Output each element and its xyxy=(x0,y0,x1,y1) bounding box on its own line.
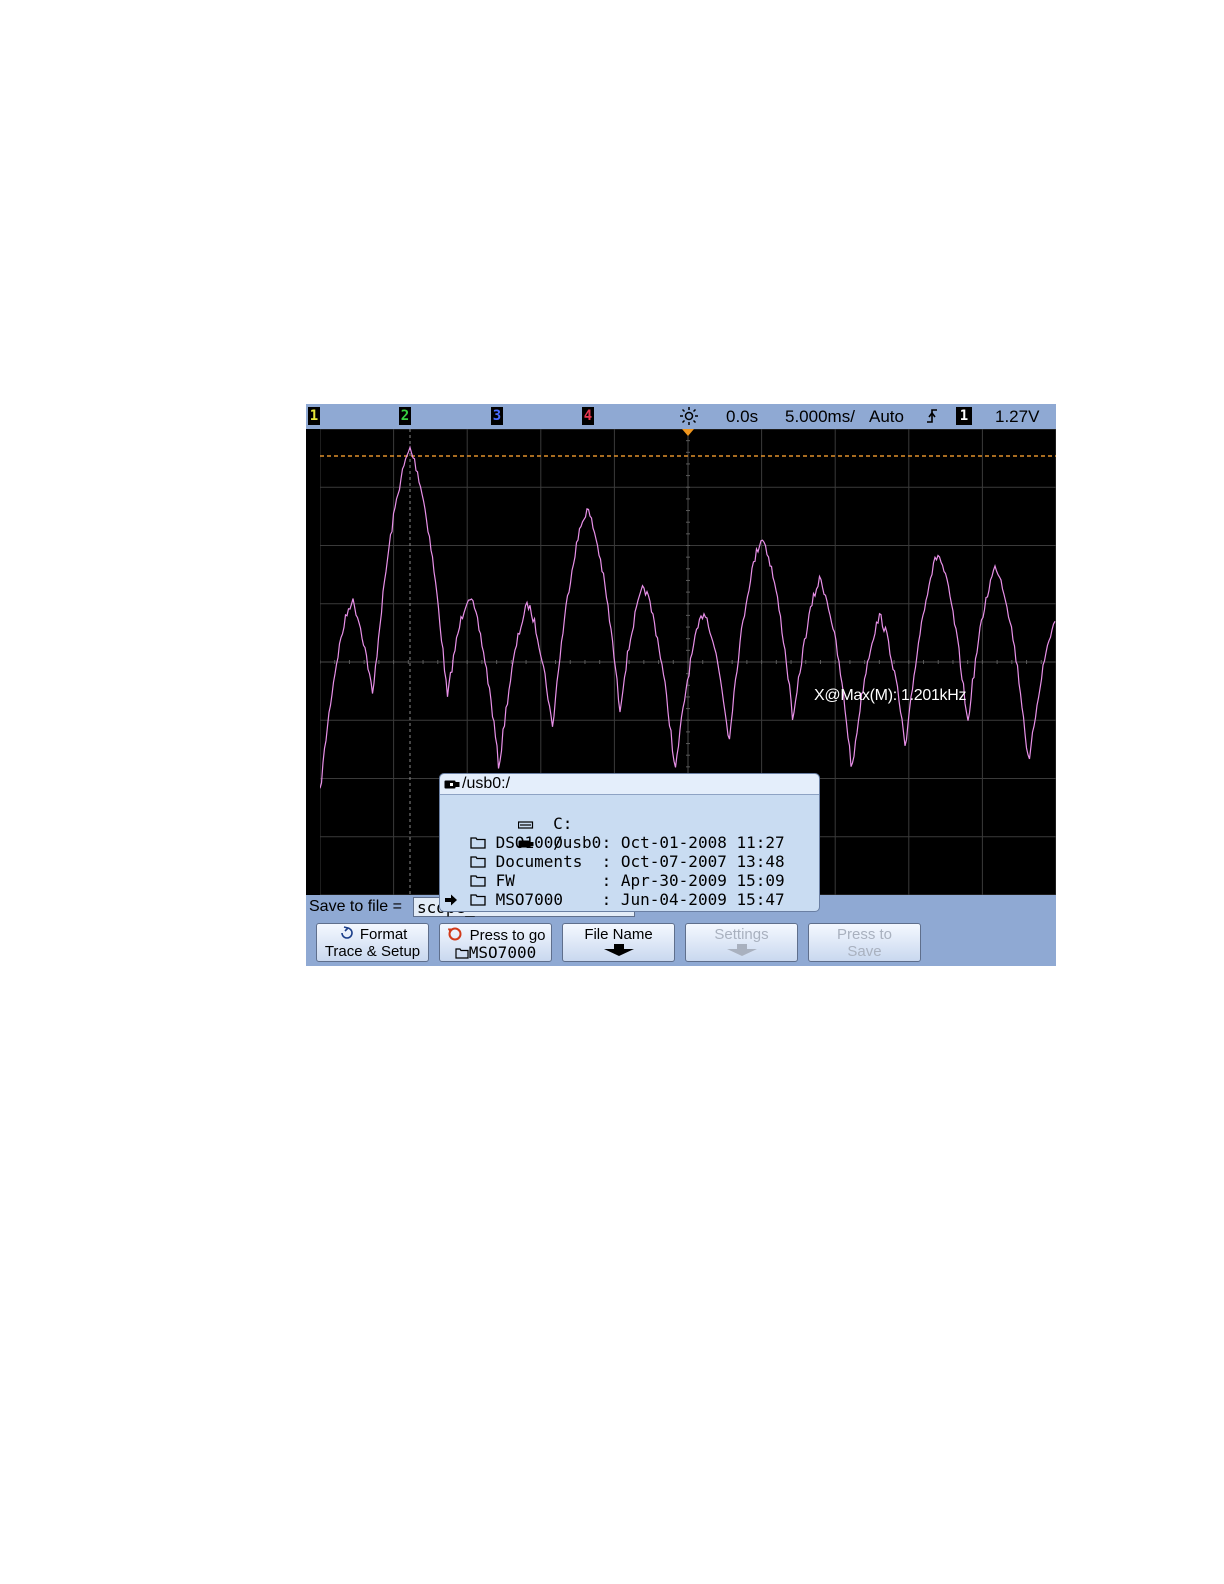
folder-separator: : xyxy=(591,833,621,852)
folder-time: 13:48 xyxy=(736,852,785,871)
format-softkey[interactable]: Format Trace & Setup xyxy=(316,923,429,962)
folder-date: Jun-04-2009 xyxy=(620,890,737,909)
press-to-save-line2: Save xyxy=(847,943,882,960)
file-name-softkey[interactable]: File Name xyxy=(562,923,675,962)
format-softkey-line1: Format xyxy=(359,926,408,943)
folder-name: MSO7000 xyxy=(486,890,592,909)
folder-separator: : xyxy=(591,871,621,890)
arrow-down-icon xyxy=(603,944,634,956)
arrow-down-icon xyxy=(726,944,757,956)
folder-row[interactable]: MSO7000 : Jun-04-2009 15:47 xyxy=(444,890,785,909)
status-bar: 1 2 3 4 0.0s 5.000ms/ Auto 1 1.27V xyxy=(306,404,1056,429)
folder-icon xyxy=(470,852,486,871)
press-to-go-line2: MSO7000 xyxy=(468,943,537,962)
folder-date: Oct-01-2008 xyxy=(620,833,737,852)
folder-name: Documents xyxy=(486,852,592,871)
folder-row[interactable]: Documents : Oct-07-2007 13:48 xyxy=(444,852,785,871)
selection-arrow-icon xyxy=(444,890,470,909)
trigger-level-readout: 1.27V xyxy=(995,407,1040,426)
channel-4-indicator[interactable]: 4 xyxy=(582,407,594,425)
save-to-file-label: Save to file = xyxy=(309,898,402,915)
delay-readout: 0.0s xyxy=(726,407,759,426)
drive-row-usb0[interactable]: /usb0 xyxy=(460,814,601,852)
folder-separator: : xyxy=(591,852,621,871)
format-softkey-line2: Trace & Setup xyxy=(324,943,421,960)
channel-2-indicator[interactable]: 2 xyxy=(399,407,411,425)
folder-row[interactable]: FW : Apr-30-2009 15:09 xyxy=(444,871,785,890)
channel-3-indicator[interactable]: 3 xyxy=(491,407,503,425)
entry-knob-icon xyxy=(340,926,353,939)
press-to-save-softkey[interactable]: Press to Save xyxy=(808,923,921,962)
folder-date: Apr-30-2009 xyxy=(620,871,737,890)
channel-1-indicator[interactable]: 1 xyxy=(308,407,320,425)
folder-name: FW xyxy=(486,871,592,890)
folder-time: 11:27 xyxy=(736,833,785,852)
file-browser-popup[interactable]: /usb0:/ C: /usb0 DSO1000 : Oct-01-2008 1… xyxy=(439,773,820,912)
folder-icon xyxy=(455,948,469,959)
folder-time: 15:47 xyxy=(736,890,785,909)
measurement-readout: X@Max(M): 1.201kHz xyxy=(814,687,967,704)
folder-icon xyxy=(470,833,486,852)
trigger-source-indicator: 1 xyxy=(956,407,972,425)
folder-name: DSO1000 xyxy=(486,833,592,852)
file-browser-path-bar: /usb0:/ xyxy=(440,774,819,795)
usb-drive-icon xyxy=(444,780,460,789)
folder-separator: : xyxy=(591,890,621,909)
trigger-mode: Auto xyxy=(869,407,904,426)
press-to-go-softkey[interactable]: Press to go MSO7000 xyxy=(439,923,552,962)
file-name-softkey-label: File Name xyxy=(584,926,653,943)
push-knob-icon xyxy=(448,927,462,941)
settings-softkey-label: Settings xyxy=(714,926,769,943)
drive-row-c[interactable]: C: xyxy=(460,795,572,833)
trigger-position-marker xyxy=(682,429,694,436)
file-browser-path: /usb0:/ xyxy=(462,775,511,792)
press-to-save-line1: Press to xyxy=(836,926,893,943)
folder-row[interactable]: DSO1000 : Oct-01-2008 11:27 xyxy=(444,833,785,852)
folder-time: 15:09 xyxy=(736,871,785,890)
folder-icon xyxy=(470,871,486,890)
oscilloscope-screen: 1 2 3 4 0.0s 5.000ms/ Auto 1 1.27V X@Max… xyxy=(306,404,1056,966)
folder-date: Oct-07-2007 xyxy=(620,852,737,871)
timebase-readout: 5.000ms/ xyxy=(785,407,855,426)
settings-softkey[interactable]: Settings xyxy=(685,923,798,962)
press-to-go-line1: Press to go xyxy=(469,927,546,944)
folder-icon xyxy=(470,890,486,909)
